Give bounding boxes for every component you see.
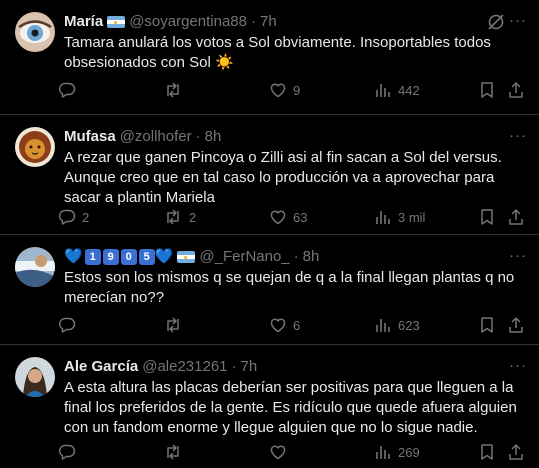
avatar[interactable] — [15, 247, 55, 287]
bookmark-button[interactable] — [479, 442, 495, 462]
reply-button[interactable] — [58, 442, 82, 462]
views-button[interactable]: 3 mil — [374, 207, 425, 227]
views-icon — [376, 84, 390, 97]
argentina-flag-icon — [177, 251, 196, 263]
views-count: 269 — [398, 444, 420, 460]
separator-dot: · — [195, 128, 201, 145]
views-button[interactable]: 269 — [374, 442, 420, 462]
like-button[interactable]: 6 — [269, 315, 300, 335]
like-button[interactable]: 63 — [269, 207, 307, 227]
timestamp[interactable]: 7h — [241, 357, 258, 377]
argentina-flag-icon — [107, 16, 126, 28]
tweet-text: A rezar que ganen Pincoya o Zilli asi al… — [64, 149, 502, 206]
share-button[interactable] — [507, 80, 525, 100]
separator-dot: · — [231, 358, 237, 375]
timestamp[interactable]: 8h — [205, 127, 222, 147]
reply-button[interactable] — [58, 315, 82, 335]
share-icon — [509, 209, 523, 225]
user-handle[interactable]: @_FerNano_ — [199, 247, 289, 267]
reply-icon — [58, 317, 76, 333]
digit-9-icon: 9 — [102, 249, 119, 265]
tweet-4[interactable]: Ale García @ale231261 · 7h ··· A esta al… — [0, 345, 539, 468]
tweet-1[interactable]: María @soyargentina88 · 7h ··· Tamara an… — [0, 0, 539, 115]
tweet-text: Estos son los mismos q se quejan de q a … — [64, 269, 515, 306]
reply-icon — [58, 82, 76, 98]
like-icon — [270, 445, 286, 460]
blue-heart-icon: 💙 — [64, 248, 83, 265]
digit-1-icon: 1 — [84, 249, 101, 265]
share-button[interactable] — [507, 315, 525, 335]
views-count: 623 — [398, 317, 420, 333]
retweet-icon — [167, 209, 179, 225]
more-icon[interactable]: ··· — [509, 247, 527, 264]
reply-count: 2 — [82, 209, 90, 225]
tweet-3[interactable]: 💙 1 9 0 5 💙 @_FerNano_ · 8h ··· Estos so… — [0, 235, 539, 345]
like-button[interactable]: 9 — [269, 80, 300, 100]
bookmark-icon — [481, 444, 493, 460]
views-icon — [376, 446, 390, 459]
display-name[interactable]: Ale García — [64, 357, 138, 377]
reply-icon — [58, 444, 76, 460]
avatar[interactable] — [15, 127, 55, 167]
user-handle[interactable]: @soyargentina88 — [129, 12, 247, 32]
user-handle[interactable]: @zollhofer — [120, 127, 192, 147]
blue-heart-icon: 💙 — [154, 248, 174, 265]
share-icon — [509, 82, 523, 98]
tweet-2[interactable]: Mufasa @zollhofer · 8h ··· A rezar que g… — [0, 115, 539, 235]
reply-button[interactable]: 2 — [58, 207, 89, 227]
like-icon — [270, 210, 286, 225]
avatar[interactable] — [15, 12, 55, 52]
more-icon[interactable]: ··· — [509, 357, 527, 374]
retweet-count: 2 — [189, 209, 197, 225]
display-name[interactable]: María — [64, 12, 103, 32]
retweet-icon — [167, 317, 179, 333]
user-handle[interactable]: @ale231261 — [142, 357, 227, 377]
more-icon[interactable]: ··· — [509, 12, 527, 29]
reply-button[interactable] — [58, 80, 82, 100]
views-count: 442 — [398, 82, 420, 98]
views-icon — [376, 211, 390, 224]
retweet-icon — [167, 82, 179, 98]
retweet-icon — [167, 444, 179, 460]
separator-dot: · — [251, 13, 256, 30]
separator-dot: · — [293, 248, 299, 265]
digit-0-icon: 0 — [120, 249, 137, 265]
retweet-button[interactable] — [163, 442, 189, 462]
retweet-button[interactable] — [163, 80, 189, 100]
share-icon — [509, 317, 523, 333]
like-button[interactable] — [269, 442, 293, 462]
avatar[interactable] — [15, 357, 55, 397]
retweet-button[interactable]: 2 — [163, 207, 196, 227]
more-icon[interactable]: ··· — [509, 127, 527, 144]
views-icon — [376, 319, 390, 332]
digit-5-icon: 5 — [138, 249, 155, 265]
bookmark-icon — [481, 317, 493, 333]
timestamp[interactable]: 8h — [303, 247, 320, 267]
bookmark-icon — [481, 82, 493, 98]
retweet-button[interactable] — [163, 315, 189, 335]
share-button[interactable] — [507, 442, 525, 462]
reply-icon — [58, 209, 76, 225]
display-name[interactable]: Mufasa — [64, 127, 116, 147]
views-button[interactable]: 442 — [374, 80, 420, 100]
bookmark-button[interactable] — [479, 80, 495, 100]
tweet-text: A esta altura las placas deberían ser po… — [64, 379, 517, 436]
like-count: 9 — [293, 82, 301, 98]
share-icon — [509, 444, 523, 460]
timestamp[interactable]: 7h — [260, 12, 277, 32]
like-count: 63 — [293, 209, 308, 225]
like-count: 6 — [293, 317, 301, 333]
like-icon — [270, 318, 286, 333]
bookmark-icon — [481, 209, 493, 225]
bookmark-button[interactable] — [479, 315, 495, 335]
tweet-text: Tamara anulará los votos a Sol obviament… — [64, 34, 491, 71]
like-icon — [270, 83, 286, 98]
share-button[interactable] — [507, 207, 525, 227]
views-count: 3 mil — [398, 209, 426, 225]
views-button[interactable]: 623 — [374, 315, 420, 335]
bookmark-button[interactable] — [479, 207, 495, 227]
